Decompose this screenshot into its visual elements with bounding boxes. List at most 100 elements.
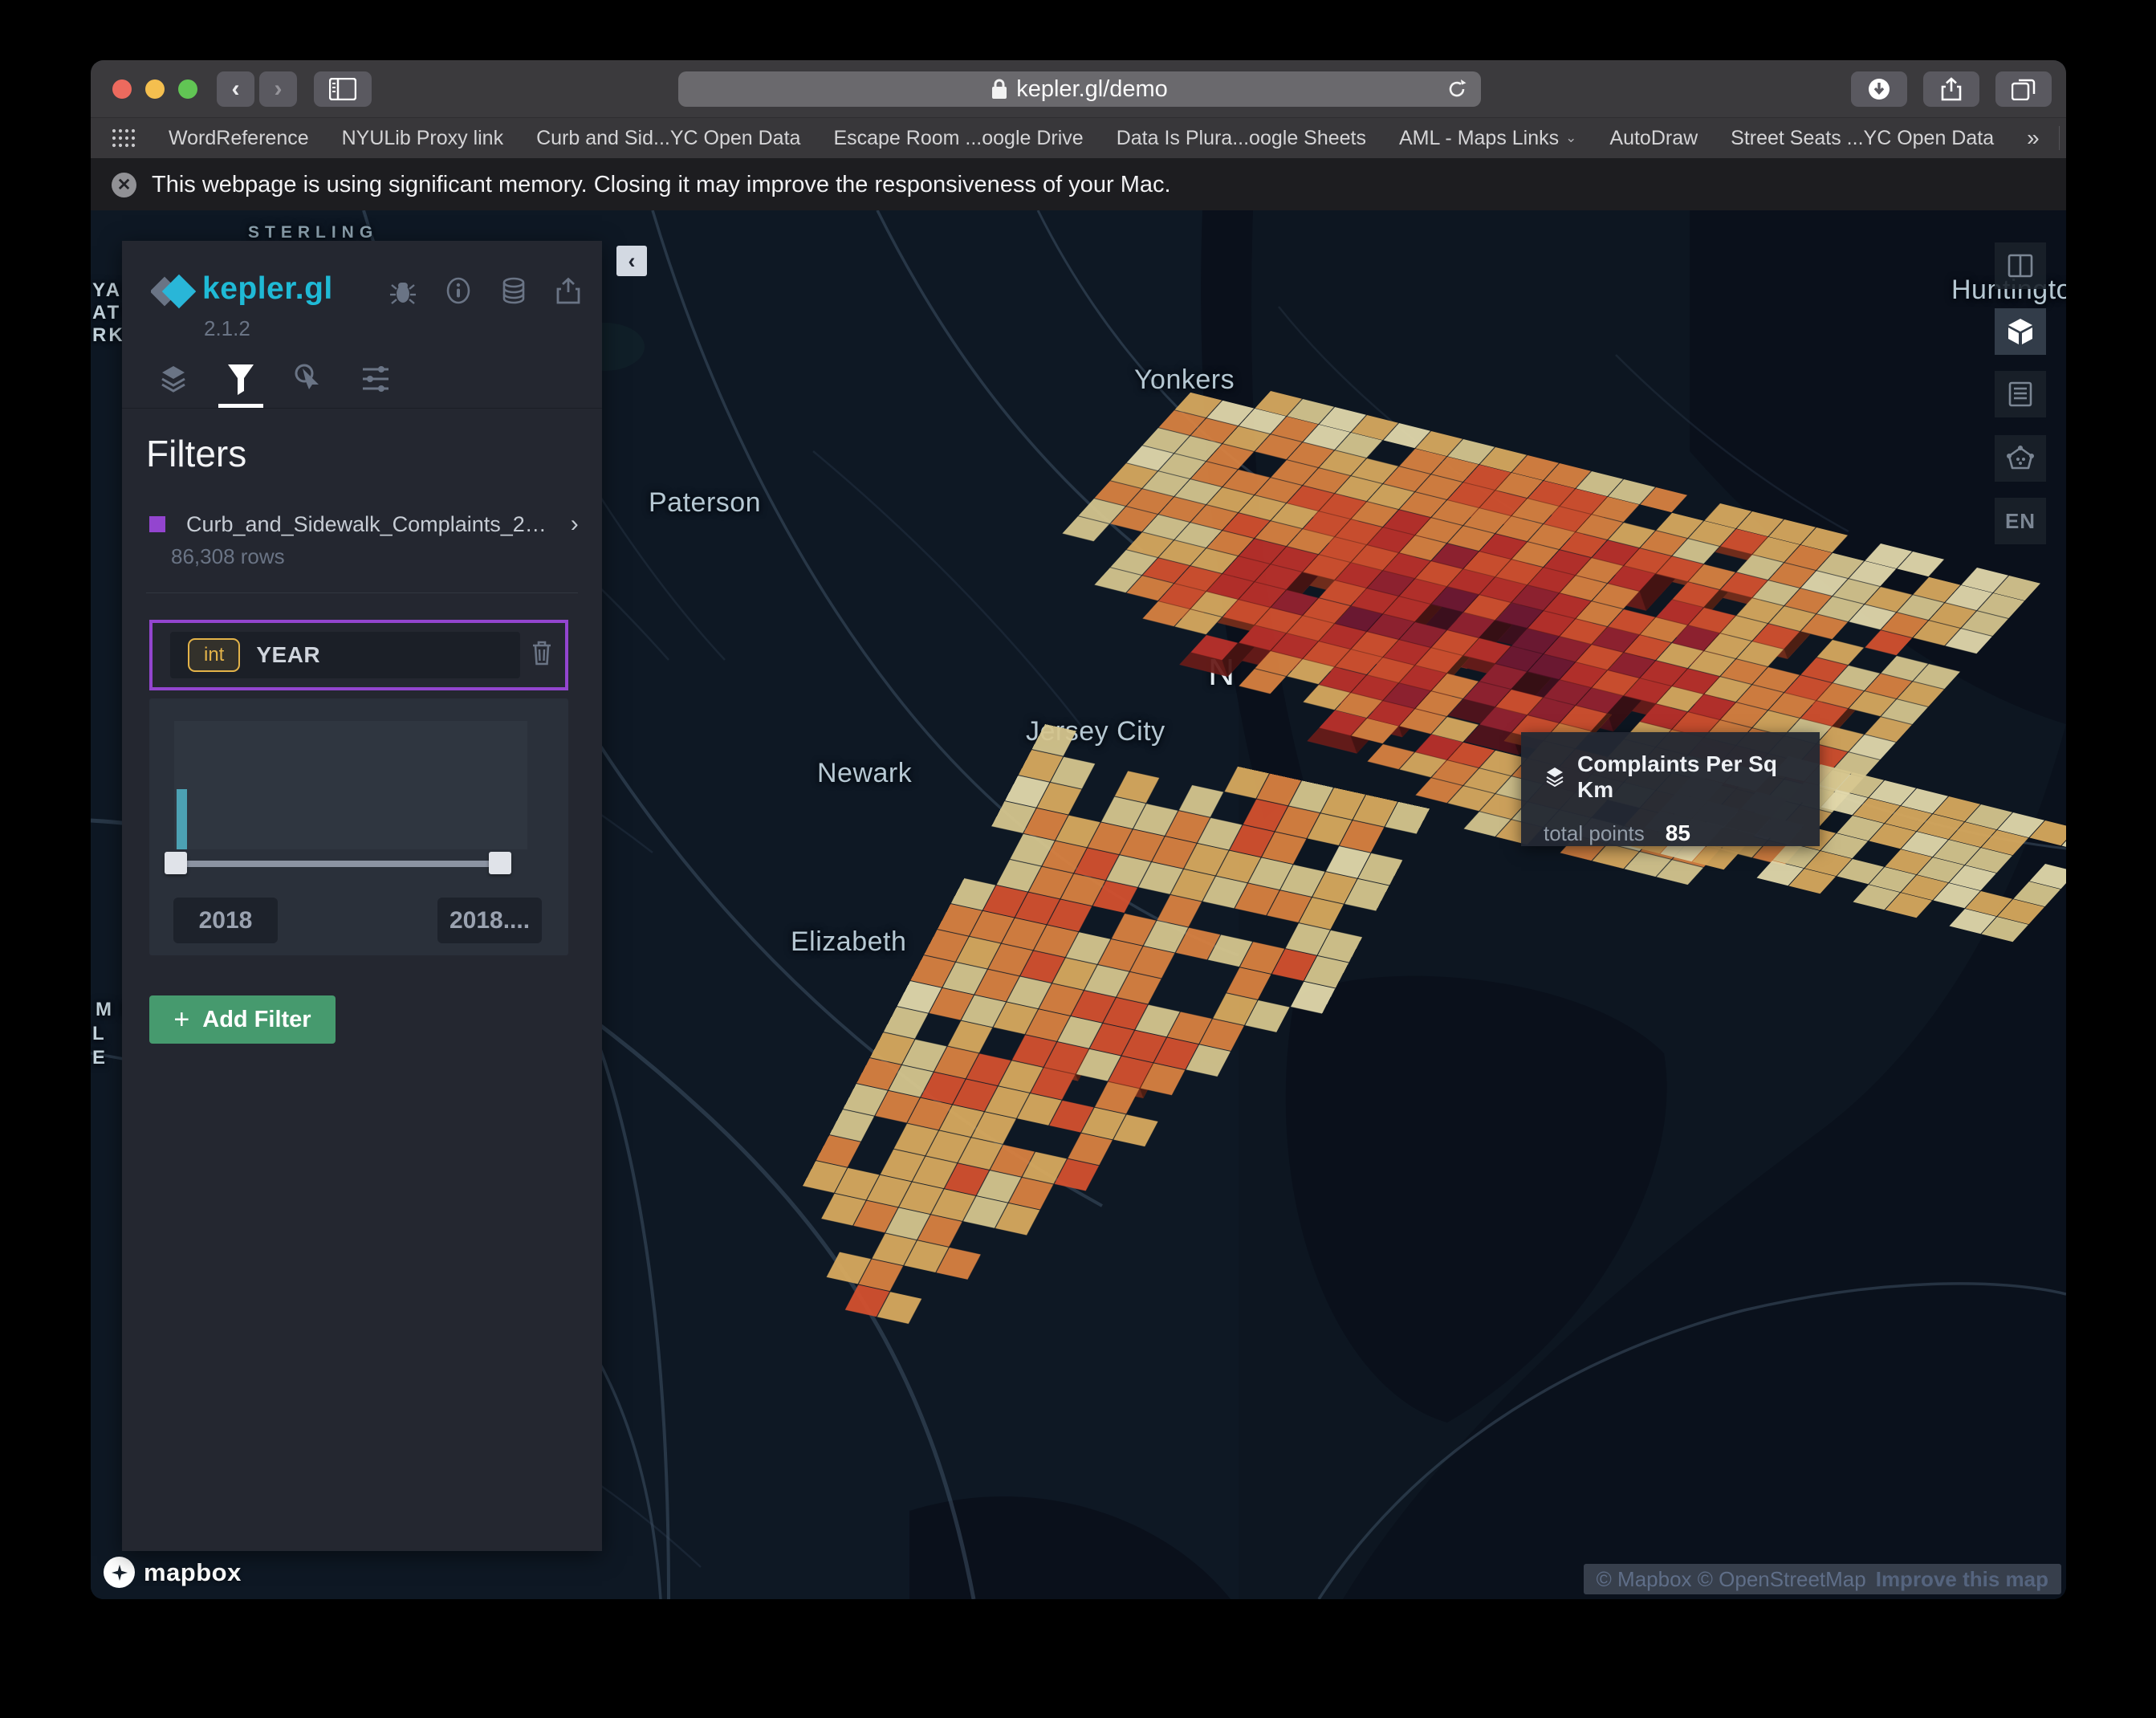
draw-polygon-icon xyxy=(2007,446,2034,471)
section-divider xyxy=(146,592,578,593)
bookmarks-bar: WordReference NYULib Proxy link Curb and S… xyxy=(91,117,2066,158)
sidebar-toggle-button[interactable] xyxy=(314,71,372,107)
tooltip-field-value: 85 xyxy=(1666,820,1690,846)
map-tooltip: Complaints Per Sq Km total points 85 xyxy=(1521,732,1820,846)
grid-cell[interactable] xyxy=(1291,982,1335,1014)
minimize-window-button[interactable] xyxy=(145,79,165,99)
map-place-label: Yonkers xyxy=(1134,364,1235,396)
map-place-label: L xyxy=(92,1023,107,1045)
browser-titlebar: ‹ › kepler.gl/demo xyxy=(91,60,2066,117)
bookmarks-divider xyxy=(2059,126,2060,150)
info-icon[interactable] xyxy=(445,276,472,305)
bookmark-item[interactable]: Data Is Plura...oogle Sheets xyxy=(1117,127,1366,150)
bookmark-item[interactable]: AutoDraw xyxy=(1609,127,1698,150)
mapbox-logo[interactable]: mapbox xyxy=(104,1557,242,1588)
filter-field-name: YEAR xyxy=(256,642,320,668)
browser-window: ‹ › kepler.gl/demo xyxy=(91,60,2066,1599)
split-map-icon xyxy=(2008,254,2033,278)
tab-layers[interactable] xyxy=(140,352,207,406)
map-place-label: STERLING xyxy=(248,223,378,242)
address-bar[interactable]: kepler.gl/demo xyxy=(678,71,1481,107)
range-slider-handle-min[interactable] xyxy=(165,852,187,874)
layers-icon xyxy=(1544,766,1566,788)
back-button[interactable]: ‹ xyxy=(217,71,254,107)
tab-overview-button[interactable] xyxy=(1995,71,2052,107)
chevron-right-icon: › xyxy=(571,511,579,538)
export-icon[interactable] xyxy=(555,276,581,305)
collapse-panel-button[interactable]: ‹ xyxy=(616,246,647,276)
bookmarks-overflow-button[interactable]: » xyxy=(2027,125,2041,151)
locale-button[interactable]: EN xyxy=(1995,498,2046,544)
toggle-3d-button[interactable] xyxy=(1995,308,2046,355)
improve-map-link[interactable]: Improve this map xyxy=(1876,1567,2048,1592)
tooltip-title: Complaints Per Sq Km xyxy=(1577,751,1797,803)
bug-report-icon[interactable] xyxy=(389,276,417,305)
add-filter-button[interactable]: + Add Filter xyxy=(149,995,336,1044)
mapbox-wordmark: mapbox xyxy=(144,1558,242,1587)
tab-base-map-settings[interactable] xyxy=(342,352,409,406)
share-icon xyxy=(1941,77,1962,101)
bookmark-item[interactable]: WordReference xyxy=(169,127,309,150)
forward-button[interactable]: › xyxy=(259,71,297,107)
add-filter-label: Add Filter xyxy=(202,1007,311,1033)
dismiss-warning-button[interactable]: ✕ xyxy=(112,173,136,197)
tab-interactions[interactable] xyxy=(275,352,342,406)
attribution-text: © Mapbox © OpenStreetMap xyxy=(1597,1567,1866,1592)
filter-range-block: 2018 2018.... xyxy=(149,698,568,955)
map-place-label: Elizabeth xyxy=(791,926,906,958)
histogram-bar xyxy=(177,789,187,849)
range-slider-track[interactable] xyxy=(176,861,500,867)
sidebar-icon xyxy=(329,78,356,100)
dataset-name: Curb_and_Sidewalk_Complaints_2… xyxy=(186,512,547,537)
zoom-window-button[interactable] xyxy=(178,79,197,99)
app-version: 2.1.2 xyxy=(204,316,250,341)
traffic-lights xyxy=(112,79,197,99)
draw-polygon-button[interactable] xyxy=(1995,435,2046,482)
share-button[interactable] xyxy=(1923,71,1979,107)
filters-section-title: Filters xyxy=(146,432,246,475)
delete-filter-button[interactable] xyxy=(530,639,554,666)
bookmark-item[interactable]: NYULib Proxy link xyxy=(342,127,503,150)
chevron-down-icon: ⌄ xyxy=(1565,130,1576,146)
bookmark-item[interactable]: Curb and Sid...YC Open Data xyxy=(536,127,800,150)
memory-warning-bar: ✕ This webpage is using significant memo… xyxy=(91,158,2066,211)
filter-card: int YEAR xyxy=(149,620,568,690)
memory-warning-text: This webpage is using significant memory… xyxy=(152,172,1171,198)
map-place-label: RK xyxy=(92,324,125,347)
field-type-badge: int xyxy=(188,638,240,672)
filter-field-selector[interactable]: int YEAR xyxy=(170,632,520,678)
cube-3d-icon xyxy=(2007,317,2034,346)
dataset-row[interactable]: Curb_and_Sidewalk_Complaints_2… › xyxy=(149,511,579,538)
apps-grid-icon[interactable] xyxy=(112,128,136,149)
range-slider-handle-max[interactable] xyxy=(489,852,511,874)
legend-icon xyxy=(2008,381,2032,407)
downloads-button[interactable] xyxy=(1851,71,1907,107)
plus-icon: + xyxy=(173,1004,189,1036)
map-place-label: Paterson xyxy=(649,487,761,519)
bookmark-item[interactable]: Street Seats ...YC Open Data xyxy=(1731,127,1994,150)
tabs-icon xyxy=(2012,78,2036,100)
show-legend-button[interactable] xyxy=(1995,371,2046,417)
tab-filters[interactable] xyxy=(207,352,275,406)
split-map-button[interactable] xyxy=(1995,242,2046,289)
download-icon xyxy=(1867,77,1891,101)
app-title: kepler.gl xyxy=(202,271,333,307)
reload-icon[interactable] xyxy=(1446,78,1468,100)
url-text: kepler.gl/demo xyxy=(1016,76,1168,103)
locale-label: EN xyxy=(2005,509,2036,534)
bookmark-item[interactable]: Escape Room ...oogle Drive xyxy=(833,127,1083,150)
map-place-label: Newark xyxy=(817,758,912,789)
range-max-input[interactable]: 2018.... xyxy=(437,898,542,943)
range-min-input[interactable]: 2018 xyxy=(173,898,278,943)
dataset-row-count: 86,308 rows xyxy=(171,544,285,569)
close-window-button[interactable] xyxy=(112,79,132,99)
dataset-color-swatch xyxy=(149,516,165,532)
map-place-label: E xyxy=(92,1047,108,1069)
data-table-icon[interactable] xyxy=(500,276,527,305)
map-canvas[interactable]: STERLINGYANATERKHuntingtonYonkersPaterso… xyxy=(91,210,2066,1599)
tooltip-field-label: total points xyxy=(1544,821,1645,846)
mapbox-icon xyxy=(104,1557,135,1588)
kepler-side-panel: kepler.gl 2.1.2 xyxy=(122,241,602,1551)
bookmark-item[interactable]: AML - Maps Links⌄ xyxy=(1399,127,1576,150)
filter-histogram xyxy=(174,721,527,849)
